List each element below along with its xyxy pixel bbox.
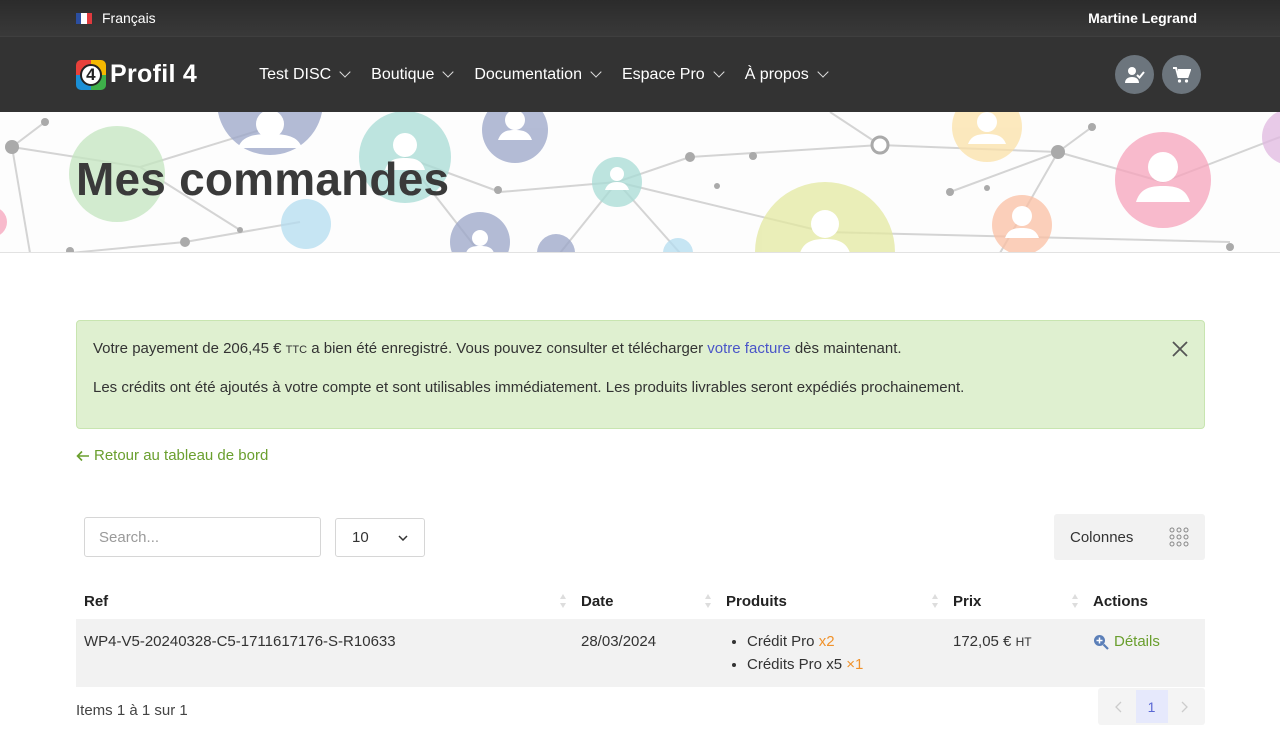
arrow-left-icon [76, 450, 89, 461]
column-header-ref[interactable]: Ref [76, 583, 573, 619]
prev-page-button[interactable] [1103, 690, 1135, 723]
nav-item-label: Documentation [474, 65, 582, 83]
account-button[interactable] [1115, 55, 1154, 94]
back-to-dashboard-link[interactable]: Retour au tableau de bord [76, 447, 268, 464]
cell-date: 28/03/2024 [581, 633, 657, 650]
zoom-in-icon [1094, 634, 1109, 650]
list-item: Crédits Pro x5 ×1 [747, 653, 937, 676]
nav-item-a-propos[interactable]: À propos [734, 66, 838, 84]
alert-close-button[interactable] [1170, 339, 1190, 359]
column-header-label: Actions [1093, 592, 1149, 610]
page-size-value: 10 [352, 529, 369, 546]
price-ht: HT [1015, 635, 1032, 649]
page-button-1[interactable]: 1 [1135, 690, 1168, 723]
chevron-down-icon [442, 66, 455, 78]
chevron-down-icon [713, 66, 725, 78]
product-qty: ×1 [846, 656, 864, 673]
product-name: Crédits Pro x5 [747, 656, 847, 673]
chevron-down-icon [590, 66, 602, 78]
column-header-label: Ref [84, 592, 109, 610]
back-link-label: Retour au tableau de bord [94, 447, 269, 464]
details-label: Détails [1114, 633, 1160, 650]
column-header-label: Prix [953, 592, 982, 610]
search-input[interactable] [84, 517, 321, 557]
pagination: 1 [1098, 688, 1205, 725]
cart-button[interactable] [1162, 55, 1201, 94]
sort-icon [705, 594, 711, 608]
nav-item-documentation[interactable]: Documentation [463, 66, 611, 84]
column-header-actions: Actions [1085, 583, 1205, 619]
main-navbar: 4 Profil 4 Test DISC Boutique Documentat… [0, 36, 1280, 112]
grid-dots-icon [1169, 527, 1189, 547]
logo-number: 4 [80, 63, 102, 86]
nav-item-test-disc[interactable]: Test DISC [259, 66, 360, 84]
nav-item-label: Test DISC [259, 65, 332, 83]
chevron-down-icon [817, 66, 829, 78]
nav-menu: Test DISC Boutique Documentation Espace … [259, 66, 838, 84]
french-flag-icon [76, 12, 92, 24]
column-header-prix[interactable]: Prix [945, 583, 1085, 619]
sort-icon [560, 594, 566, 608]
logo-mark-icon: 4 [76, 59, 106, 90]
nav-item-label: Boutique [371, 65, 435, 83]
alert-line-credits: Les crédits ont été ajoutés à votre comp… [93, 379, 965, 396]
column-header-label: Date [581, 592, 614, 610]
table-header: Ref Date Produits Prix Actions [76, 583, 1205, 619]
columns-label: Colonnes [1070, 528, 1134, 546]
alert-text-middle: a bien été enregistré. Vous pouvez consu… [307, 340, 708, 357]
cell-actions: Détails [1085, 619, 1205, 687]
next-page-button[interactable] [1169, 690, 1201, 723]
brand-logo[interactable]: 4 Profil 4 [76, 59, 198, 90]
brand-name: Profil 4 [110, 60, 198, 88]
alert-line-payment: Votre payement de 206,45 € TTC a bien ét… [93, 339, 1188, 360]
alert-text-suffix: dès maintenant. [790, 340, 902, 357]
sort-icon [1072, 594, 1078, 608]
column-header-produits[interactable]: Produits [718, 583, 945, 619]
nav-item-boutique[interactable]: Boutique [360, 66, 463, 84]
chevron-left-icon [1115, 701, 1122, 712]
product-qty: x2 [818, 633, 835, 650]
payment-success-alert: Votre payement de 206,45 € TTC a bien ét… [76, 320, 1205, 429]
cart-icon [1172, 66, 1191, 83]
close-icon [1172, 341, 1188, 357]
list-item: Crédit Pro x2 [747, 630, 937, 653]
sort-icon [932, 594, 938, 608]
cell-price: 172,05 € HT [945, 619, 1085, 687]
orders-table: Ref Date Produits Prix Actions WP4-V5-20… [76, 583, 1205, 687]
cell-ref: WP4-V5-20240328-C5-1711617176-S-R10633 [84, 633, 396, 650]
column-header-label: Produits [726, 592, 787, 610]
alert-ttc: TTC [285, 344, 308, 356]
alert-text-prefix: Votre payement de 206,45 € [93, 340, 286, 357]
columns-button[interactable]: Colonnes [1054, 514, 1205, 560]
details-link[interactable]: Détails [1093, 630, 1197, 653]
invoice-link[interactable]: votre facture [707, 340, 790, 357]
page-title: Mes commandes [76, 153, 450, 205]
nav-item-label: À propos [744, 65, 809, 83]
nav-item-label: Espace Pro [621, 65, 705, 83]
cell-products: Crédit Pro x2 Crédits Pro x5 ×1 [718, 619, 945, 687]
chevron-down-icon [398, 534, 408, 541]
language-switcher[interactable]: Français [76, 10, 156, 26]
chevron-down-icon [339, 66, 351, 78]
nav-item-espace-pro[interactable]: Espace Pro [611, 66, 734, 84]
user-name[interactable]: Martine Legrand [1088, 10, 1197, 26]
page-hero: Mes commandes [0, 112, 1280, 253]
nav-actions [1115, 55, 1201, 94]
product-name: Crédit Pro [747, 633, 819, 650]
language-label[interactable]: Français [102, 10, 156, 26]
product-list: Crédit Pro x2 Crédits Pro x5 ×1 [726, 630, 937, 676]
items-count: Items 1 à 1 sur 1 [76, 702, 188, 719]
top-bar: Français Martine Legrand [0, 0, 1280, 36]
table-row: WP4-V5-20240328-C5-1711617176-S-R10633 2… [76, 619, 1205, 687]
user-check-icon [1124, 66, 1145, 83]
column-header-date[interactable]: Date [573, 583, 718, 619]
chevron-right-icon [1181, 701, 1188, 712]
page-size-select[interactable]: 10 [335, 518, 425, 557]
price-value: 172,05 € [953, 633, 1016, 650]
